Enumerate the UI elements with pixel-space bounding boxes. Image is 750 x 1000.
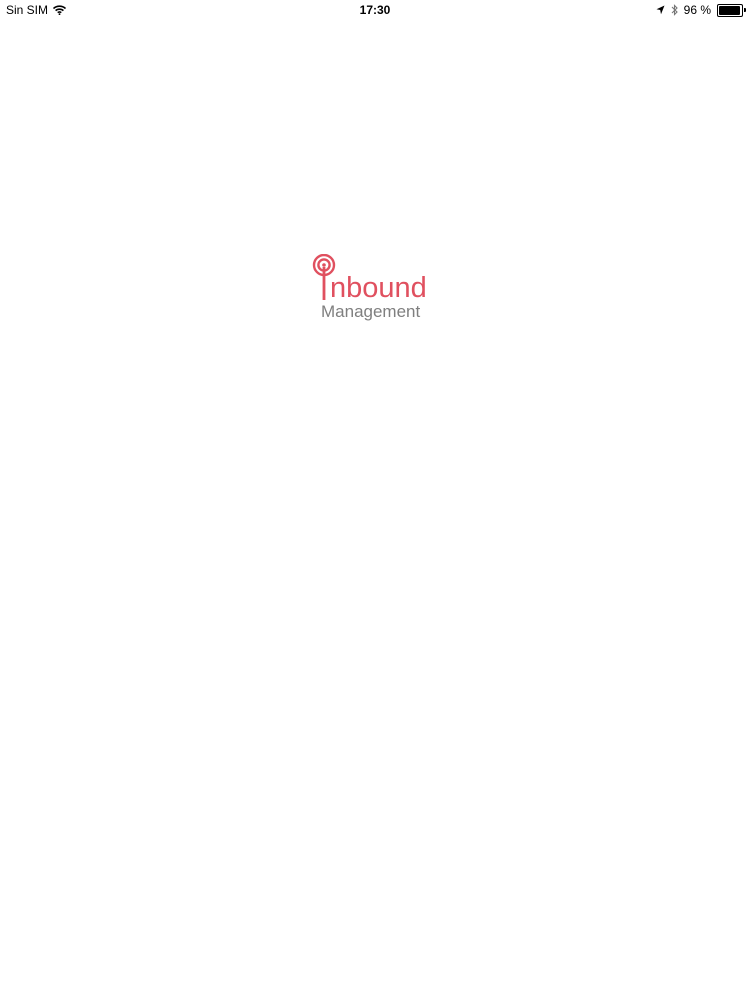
- splash-screen: Sin SIM 17:30 96 % nbound Management: [0, 0, 750, 1000]
- battery-tip: [744, 8, 746, 12]
- battery-body: [717, 3, 743, 17]
- logo-subtitle: Management: [321, 302, 421, 321]
- bluetooth-icon: [671, 4, 678, 16]
- battery-fill: [719, 5, 740, 15]
- battery-icon: [717, 3, 746, 17]
- status-bar-right: 96 %: [656, 3, 746, 17]
- location-icon: [656, 5, 665, 15]
- logo-wordmark: nbound: [330, 272, 427, 304]
- app-logo: nbound Management: [312, 254, 442, 324]
- battery-percentage: 96 %: [683, 3, 711, 17]
- status-bar: Sin SIM 17:30 96 %: [0, 0, 750, 20]
- status-time: 17:30: [359, 3, 391, 17]
